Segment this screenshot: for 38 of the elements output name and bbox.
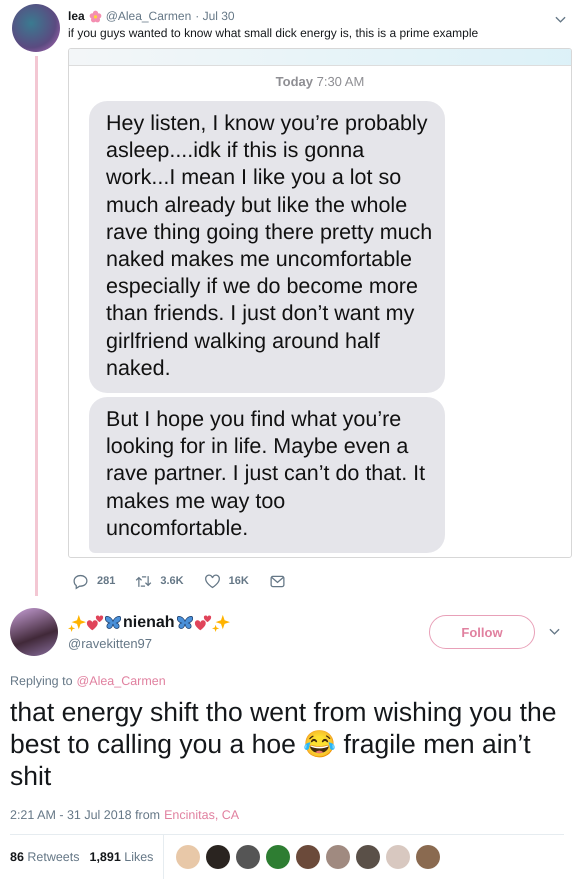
mention-link[interactable]: @Alea_Carmen	[76, 674, 166, 688]
liker-avatar[interactable]	[236, 845, 260, 869]
chevron-down-icon[interactable]	[555, 16, 566, 24]
location-link[interactable]: Encinitas, CA	[164, 808, 240, 822]
follow-button[interactable]: Follow	[429, 615, 535, 649]
tweet-text: if you guys wanted to know what small dick energy is, this is a prime example	[68, 26, 480, 40]
avatar[interactable]	[12, 4, 60, 52]
message-bubble: Hey listen, I know you’re probably asleep....idk if this is gonna work...I mean I like you a lot so much already but like the whole rave thing going there pretty much naked makes me uncomfortable especially if we do become more than friends. I just don’t want my girlfriend walking around half naked.	[89, 101, 445, 394]
sparkles-icon	[212, 614, 230, 632]
stat-count[interactable]: 86 Retweets	[10, 850, 80, 864]
stat-count[interactable]: 1,891 Likes	[90, 850, 154, 864]
flower-icon	[88, 10, 102, 22]
user-name[interactable]: lea	[68, 9, 85, 23]
action-count: 16K	[228, 575, 249, 588]
tweet-date[interactable]: · Jul 30	[195, 9, 235, 23]
liker-avatar[interactable]	[206, 845, 230, 869]
sparkles-icon	[68, 614, 86, 632]
user-handle[interactable]: @ravekitten97	[68, 636, 230, 650]
replying-label: Replying to	[10, 674, 73, 688]
user-name[interactable]: nienah	[122, 614, 176, 632]
butterfly-icon	[104, 614, 122, 632]
liker-avatar[interactable]	[356, 845, 380, 869]
heart-icon[interactable]	[204, 572, 221, 590]
avatar[interactable]	[10, 608, 58, 656]
user-handle[interactable]: @Alea_Carmen	[106, 9, 192, 23]
message-bubble: But I hope you find what you’re looking for in life. Maybe even a rave partner. I just can’t do that. It makes me way too uncomfortable.	[89, 397, 445, 554]
action-count: 3.6K	[160, 575, 184, 588]
message-timestamp: Today 7:30 AM	[274, 73, 366, 91]
butterfly-icon	[176, 614, 194, 632]
liker-avatar[interactable]	[296, 845, 320, 869]
hearts-icon	[86, 614, 104, 632]
attached-screenshot[interactable]	[68, 48, 572, 558]
tweet-timestamp: 2:21 AM - 31 Jul 2018 from	[10, 808, 160, 822]
chevron-down-icon[interactable]	[549, 628, 560, 636]
reply-text: that energy shift tho went from wishing you the best to calling you a hoe 😂 fragile men ain’t shit	[10, 696, 558, 792]
hearts-icon	[194, 614, 212, 632]
reply-icon[interactable]	[72, 572, 89, 590]
action-count: 281	[97, 575, 116, 588]
